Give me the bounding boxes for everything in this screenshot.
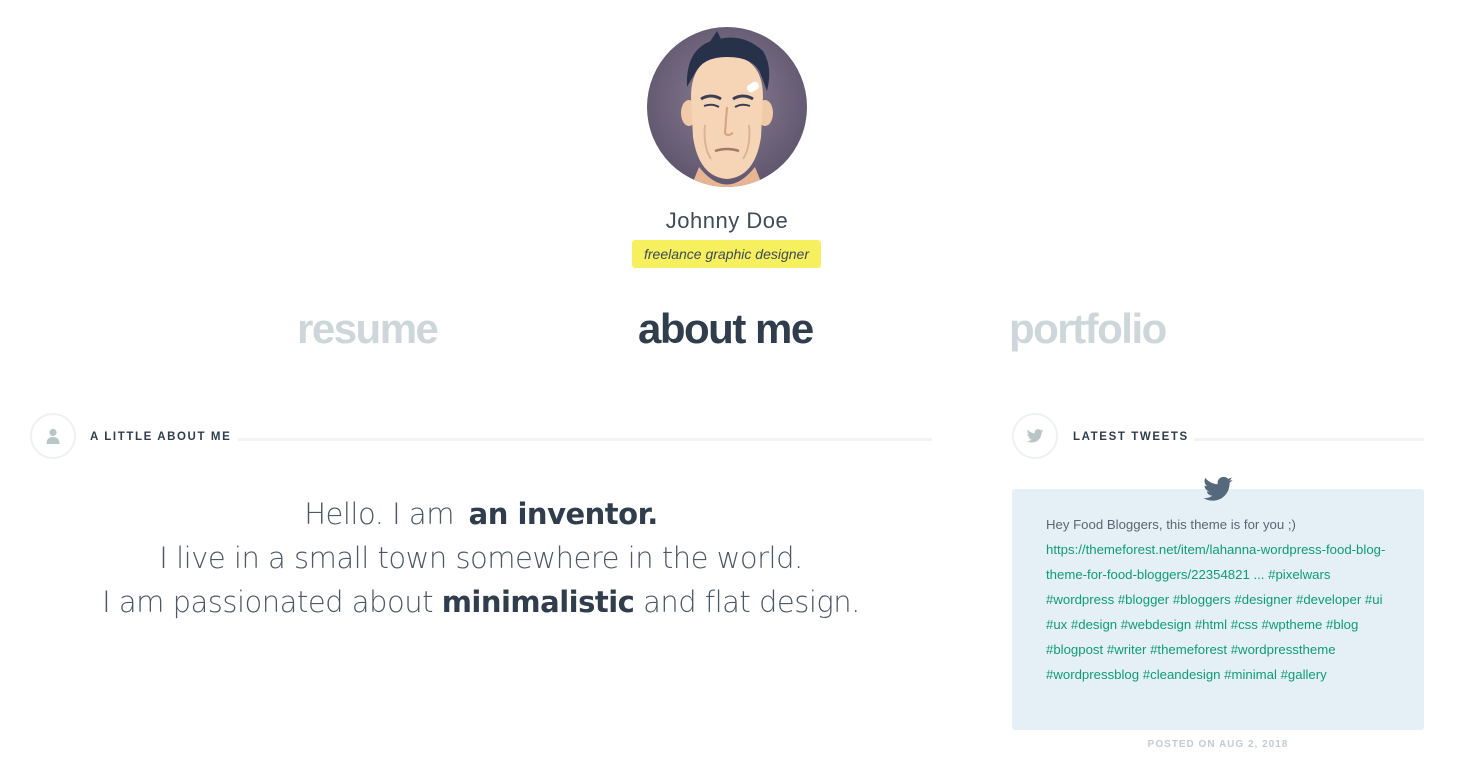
twitter-bird-icon xyxy=(1202,476,1234,504)
about-line-2: I live in a small town somewhere in the … xyxy=(159,541,803,575)
about-line-1: Hello. I am an inventor. xyxy=(30,492,932,536)
tweets-section-header: LATEST TWEETS xyxy=(1012,413,1424,459)
tweet-date: POSTED ON AUG 2, 2018 xyxy=(1147,739,1289,750)
tweet-text: Hey Food Bloggers, this theme is for you… xyxy=(1046,517,1296,532)
profile-avatar xyxy=(647,27,807,187)
user-icon xyxy=(30,413,76,459)
twitter-icon xyxy=(1012,413,1058,459)
about-section-header: A LITTLE ABOUT ME xyxy=(30,413,932,459)
about-line-3: I am passionated about minimalistic and … xyxy=(30,580,932,624)
about-line3-start: I am passionated about xyxy=(102,585,433,619)
tweet-link[interactable]: https://themeforest.net/item/lahanna-wor… xyxy=(1046,542,1385,582)
about-heading: A LITTLE ABOUT ME xyxy=(90,431,232,443)
about-line3-end: and flat design. xyxy=(643,585,860,619)
tweets-heading: LATEST TWEETS xyxy=(1073,431,1189,443)
tweet-hashtags[interactable]: #pixelwars #wordpress #blogger #bloggers… xyxy=(1046,567,1383,682)
about-inventor: an inventor. xyxy=(468,497,659,531)
tweet-body: Hey Food Bloggers, this theme is for you… xyxy=(1046,512,1396,687)
profile-name: Johnny Doe xyxy=(665,208,789,233)
about-hello: Hello. I am xyxy=(304,497,454,531)
about-intro: Hello. I am an inventor. I live in a sma… xyxy=(30,492,932,624)
about-minimalistic: minimalistic xyxy=(441,585,635,619)
nav-about-me[interactable]: about me xyxy=(638,305,814,353)
about-heading-divider xyxy=(238,438,932,441)
nav-portfolio[interactable]: portfolio xyxy=(1009,305,1167,353)
nav-resume[interactable]: resume xyxy=(297,305,439,353)
tweets-heading-divider xyxy=(1194,438,1424,441)
tweet-card: Hey Food Bloggers, this theme is for you… xyxy=(1012,489,1424,730)
profile-role-badge: freelance graphic designer xyxy=(632,240,821,268)
